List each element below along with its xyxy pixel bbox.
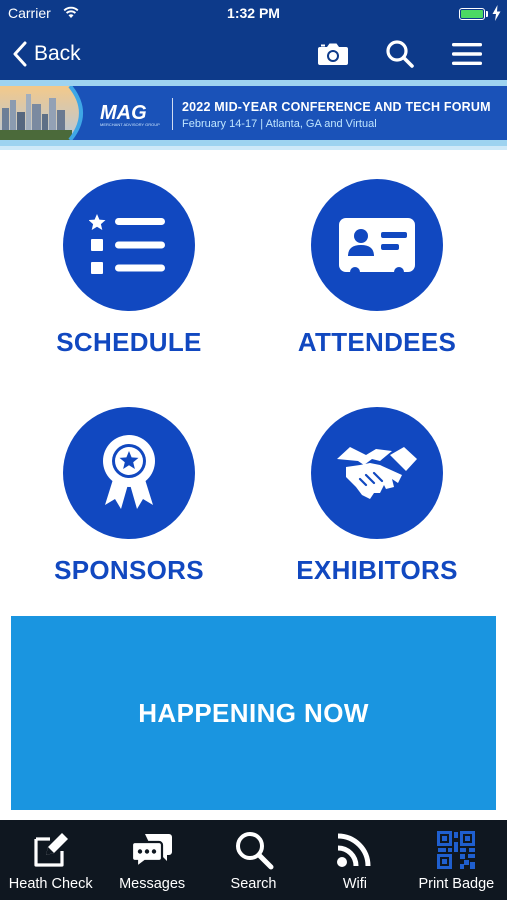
exhibitors-icon-circle <box>311 407 443 539</box>
award-ribbon-icon <box>103 435 155 509</box>
schedule-label: SCHEDULE <box>56 327 202 357</box>
menu-button[interactable] <box>450 38 484 70</box>
tab-wifi-label: Wifi <box>342 876 367 892</box>
exhibitors-label: EXHIBITORS <box>296 555 458 585</box>
back-button[interactable]: Back <box>12 38 81 70</box>
search-icon <box>235 832 274 870</box>
tab-heath-check-label: Heath Check <box>8 876 93 892</box>
banner-subtitle: February 14-17 | Atlanta, GA and Virtual <box>182 118 377 130</box>
happening-now-label: HAPPENING NOW <box>138 697 369 728</box>
tab-print-badge-label: Print Badge <box>418 876 495 892</box>
banner-strip: MAG MERCHANT ADVISORY GROUP 2022 MID-YEA… <box>0 86 507 140</box>
mag-logo: MAG MERCHANT ADVISORY GROUP <box>100 102 160 127</box>
back-button-label: Back <box>34 42 81 65</box>
handshake-icon <box>337 447 417 499</box>
camera-icon <box>318 43 348 65</box>
exhibitors-tile[interactable]: EXHIBITORS <box>277 407 477 586</box>
tab-heath-check[interactable]: Heath Check <box>0 820 101 900</box>
banner-title: 2022 MID-YEAR CONFERENCE AND TECH FORUM <box>182 100 491 114</box>
tab-messages[interactable]: Messages <box>101 820 202 900</box>
id-card-icon <box>339 218 415 276</box>
battery-level-fill <box>461 10 483 18</box>
svg-text:MERCHANT ADVISORY GROUP: MERCHANT ADVISORY GROUP <box>100 122 160 127</box>
tab-messages-label: Messages <box>119 876 186 892</box>
tab-search[interactable]: Search <box>203 820 304 900</box>
search-button[interactable] <box>383 38 417 70</box>
happening-now-button[interactable]: HAPPENING NOW <box>11 616 496 810</box>
sponsors-tile[interactable]: SPONSORS <box>29 407 229 586</box>
schedule-icon-circle <box>63 179 195 311</box>
status-bar: Carrier 1:32 PM <box>0 0 507 28</box>
schedule-list-icon <box>89 214 165 274</box>
menu-icon <box>452 43 482 65</box>
qr-code-icon <box>437 831 476 869</box>
tab-bar: Heath Check Messages Search Wifi Print B… <box>0 820 507 900</box>
camera-button[interactable] <box>316 38 350 70</box>
attendees-label: ATTENDEES <box>297 327 457 357</box>
attendees-tile[interactable]: ATTENDEES <box>277 179 477 358</box>
battery-indicator <box>459 8 485 20</box>
search-icon <box>386 40 414 68</box>
schedule-tile[interactable]: SCHEDULE <box>29 179 229 358</box>
sponsors-label: SPONSORS <box>54 555 204 585</box>
conference-banner: MAG MERCHANT ADVISORY GROUP 2022 MID-YEA… <box>0 80 507 150</box>
battery-cap <box>486 11 488 17</box>
chat-bubbles-icon <box>131 834 173 868</box>
attendees-icon-circle <box>311 179 443 311</box>
tab-print-badge[interactable]: Print Badge <box>406 820 507 900</box>
city-skyline-image <box>0 86 83 140</box>
navigation-bar: Back <box>0 28 507 80</box>
sponsors-icon-circle <box>63 407 195 539</box>
banner-divider <box>172 98 173 130</box>
chevron-left-icon <box>13 41 27 67</box>
tab-search-label: Search <box>230 876 277 892</box>
charging-bolt-icon <box>492 5 501 21</box>
clock-time: 1:32 PM <box>227 5 280 21</box>
tab-wifi[interactable]: Wifi <box>304 820 405 900</box>
banner-bottom-edge <box>0 146 507 150</box>
edit-note-icon <box>34 833 68 867</box>
wifi-icon <box>336 833 371 867</box>
svg-text:MAG: MAG <box>100 102 147 124</box>
